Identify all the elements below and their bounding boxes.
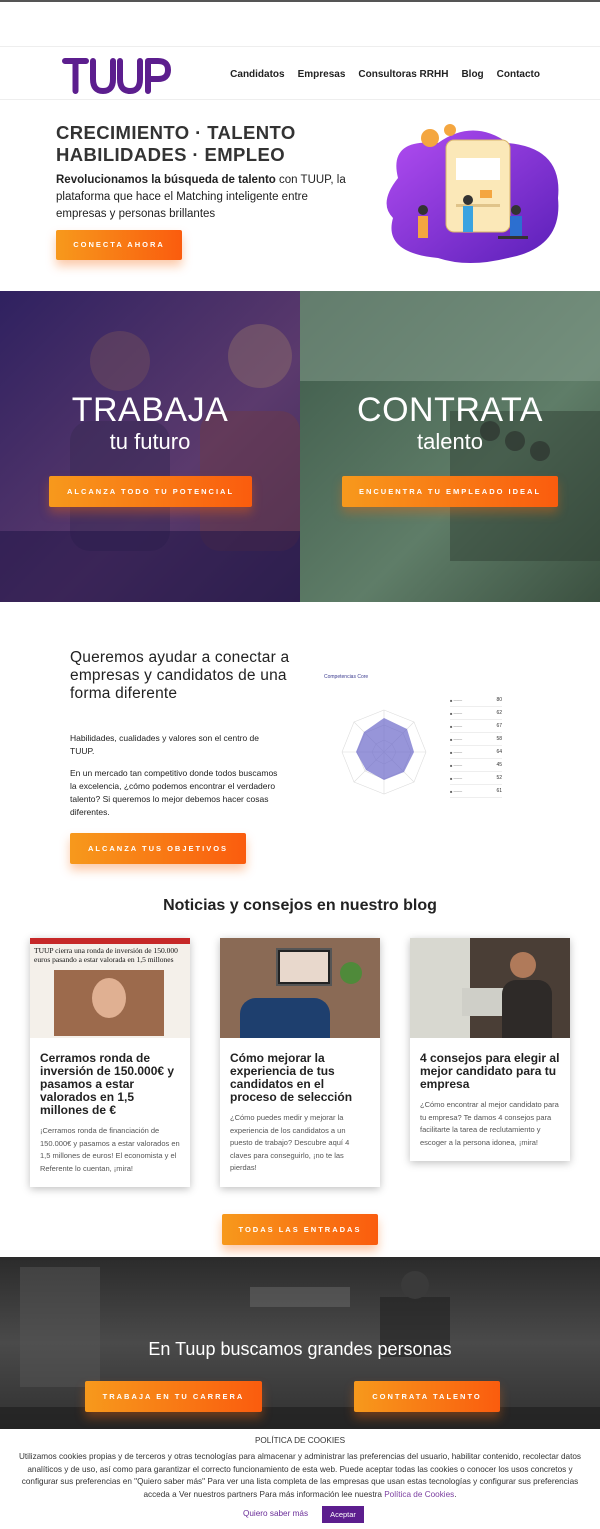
connect-now-button[interactable]: CONECTA AHORA	[56, 230, 182, 260]
nav-contacto[interactable]: Contacto	[497, 69, 540, 80]
competencia-row: ■ ─── 62	[450, 707, 502, 720]
blog-section-title: Noticias y consejos en nuestro blog	[163, 897, 437, 914]
companies-panel: CONTRATA talento ENCUENTRA TU EMPLEADO I…	[300, 291, 600, 602]
cookie-body: Utilizamos cookies propias y de terceros…	[10, 1451, 590, 1501]
blog-card-3-excerpt: ¿Cómo encontrar al mejor candidato para …	[420, 1100, 559, 1147]
trabaja-heading: TRABAJA	[71, 391, 229, 429]
nav-empresas[interactable]: Empresas	[298, 69, 346, 80]
competencias-chart: Competencias Core ■ ─── 80 ■ ─── 62 ■ ─── 6…	[322, 674, 502, 814]
blog-card-2[interactable]: Cómo mejorar la experiencia de tus candi…	[220, 938, 380, 1187]
competencia-row: ■ ─── 45	[450, 759, 502, 772]
about-title: Queremos ayudar a conectar a empresas y …	[70, 649, 290, 702]
blog-card-3-title[interactable]: 4 consejos para elegir al mejor candidat…	[410, 1038, 570, 1091]
competencias-list: ■ ─── 80 ■ ─── 62 ■ ─── 67 ■ ─── 58 ■ ─── 64 …	[450, 694, 502, 798]
cookie-text-end: .	[454, 1489, 457, 1499]
cookie-accept-button[interactable]: Aceptar	[322, 1506, 364, 1523]
blog-card-1[interactable]: TUUP cierra una ronda de inversión de 15…	[30, 938, 190, 1187]
competencia-row: ■ ─── 58	[450, 733, 502, 746]
radar-chart	[341, 709, 427, 795]
about-paragraph-1: Habilidades, cualidades y valores son el…	[70, 733, 260, 756]
trabaja-subheading: tu futuro	[109, 429, 191, 454]
blog-card-3-image	[410, 938, 570, 1038]
nav-candidatos[interactable]: Candidatos	[230, 69, 284, 80]
contrata-subheading: talento	[416, 429, 484, 454]
encuentra-empleado-button[interactable]: ENCUENTRA TU EMPLEADO IDEAL	[342, 476, 558, 507]
audience-split: TRABAJA tu futuro ALCANZA TODO TU POTENC…	[0, 291, 600, 602]
blog-card-1-excerpt: ¡Cerramos ronda de financiación de 150.0…	[40, 1126, 180, 1173]
cookie-title: POLÍTICA DE COOKIES	[254, 1436, 346, 1445]
cta-band: En Tuup buscamos grandes personas TRABAJ…	[0, 1257, 600, 1429]
cta-title: En Tuup buscamos grandes personas	[148, 1339, 452, 1359]
all-posts-button[interactable]: TODAS LAS ENTRADAS	[222, 1214, 378, 1245]
cookie-banner: POLÍTICA DE COOKIES Utilizamos cookies p…	[0, 1429, 600, 1529]
cookie-more-link[interactable]: Quiero saber más	[243, 1508, 308, 1521]
site-header: Candidatos Empresas Consultoras RRHH Blo…	[0, 46, 600, 100]
newspaper-headline: TUUP cierra una ronda de inversión de 15…	[34, 946, 178, 964]
hero-title-line2: HABILIDADES · EMPLEO	[56, 144, 285, 165]
about-section: Queremos ayudar a conectar a empresas y …	[0, 602, 600, 870]
alcanza-objetivos-button[interactable]: ALCANZA TUS OBJETIVOS	[70, 833, 246, 864]
contrata-heading: CONTRATA	[357, 391, 543, 429]
candidates-panel: TRABAJA tu futuro ALCANZA TODO TU POTENC…	[0, 291, 300, 602]
nav-consultoras[interactable]: Consultoras RRHH	[358, 69, 448, 80]
hero-description: Revolucionamos la búsqueda de talento co…	[56, 172, 356, 223]
competencia-row: ■ ─── 52	[450, 772, 502, 785]
competencia-row: ■ ─── 80	[450, 694, 502, 707]
blog-card-2-image	[220, 938, 380, 1038]
hero-desc-bold: Revolucionamos la búsqueda de talento	[56, 174, 276, 186]
top-border	[0, 0, 600, 2]
blog-card-1-title[interactable]: Cerramos ronda de inversión de 150.000€ …	[30, 1038, 190, 1117]
competencias-title: Competencias Core	[324, 674, 369, 680]
contrata-talento-button[interactable]: CONTRATA TALENTO	[354, 1381, 500, 1412]
cookie-text: Utilizamos cookies propias y de terceros…	[18, 1452, 582, 1499]
blog-card-2-title[interactable]: Cómo mejorar la experiencia de tus candi…	[220, 1038, 380, 1104]
competencia-row: ■ ─── 64	[450, 746, 502, 759]
competencia-row: ■ ─── 61	[450, 785, 502, 798]
about-paragraph-2: En un mercado tan competitivo donde todo…	[70, 768, 278, 817]
blog-card-3[interactable]: 4 consejos para elegir al mejor candidat…	[410, 938, 570, 1161]
blog-card-2-excerpt: ¿Cómo puedes medir y mejorar la experien…	[230, 1113, 350, 1172]
main-nav: Candidatos Empresas Consultoras RRHH Blo…	[230, 69, 540, 80]
hero-title-line1: CRECIMIENTO · TALENTO	[56, 122, 296, 143]
alcanza-potencial-button[interactable]: ALCANZA TODO TU POTENCIAL	[49, 476, 252, 507]
trabaja-carrera-button[interactable]: TRABAJA EN TU CARRERA	[85, 1381, 262, 1412]
blog-card-1-image: TUUP cierra una ronda de inversión de 15…	[30, 938, 190, 1038]
tuup-logo[interactable]	[62, 53, 172, 95]
competencia-row: ■ ─── 67	[450, 720, 502, 733]
nav-blog[interactable]: Blog	[461, 69, 483, 80]
hero-illustration	[386, 124, 559, 263]
hero-title: CRECIMIENTO · TALENTO HABILIDADES · EMPL…	[56, 122, 296, 166]
hero-section: CRECIMIENTO · TALENTO HABILIDADES · EMPL…	[0, 100, 600, 290]
cookie-policy-link[interactable]: Política de Cookies	[384, 1490, 454, 1499]
